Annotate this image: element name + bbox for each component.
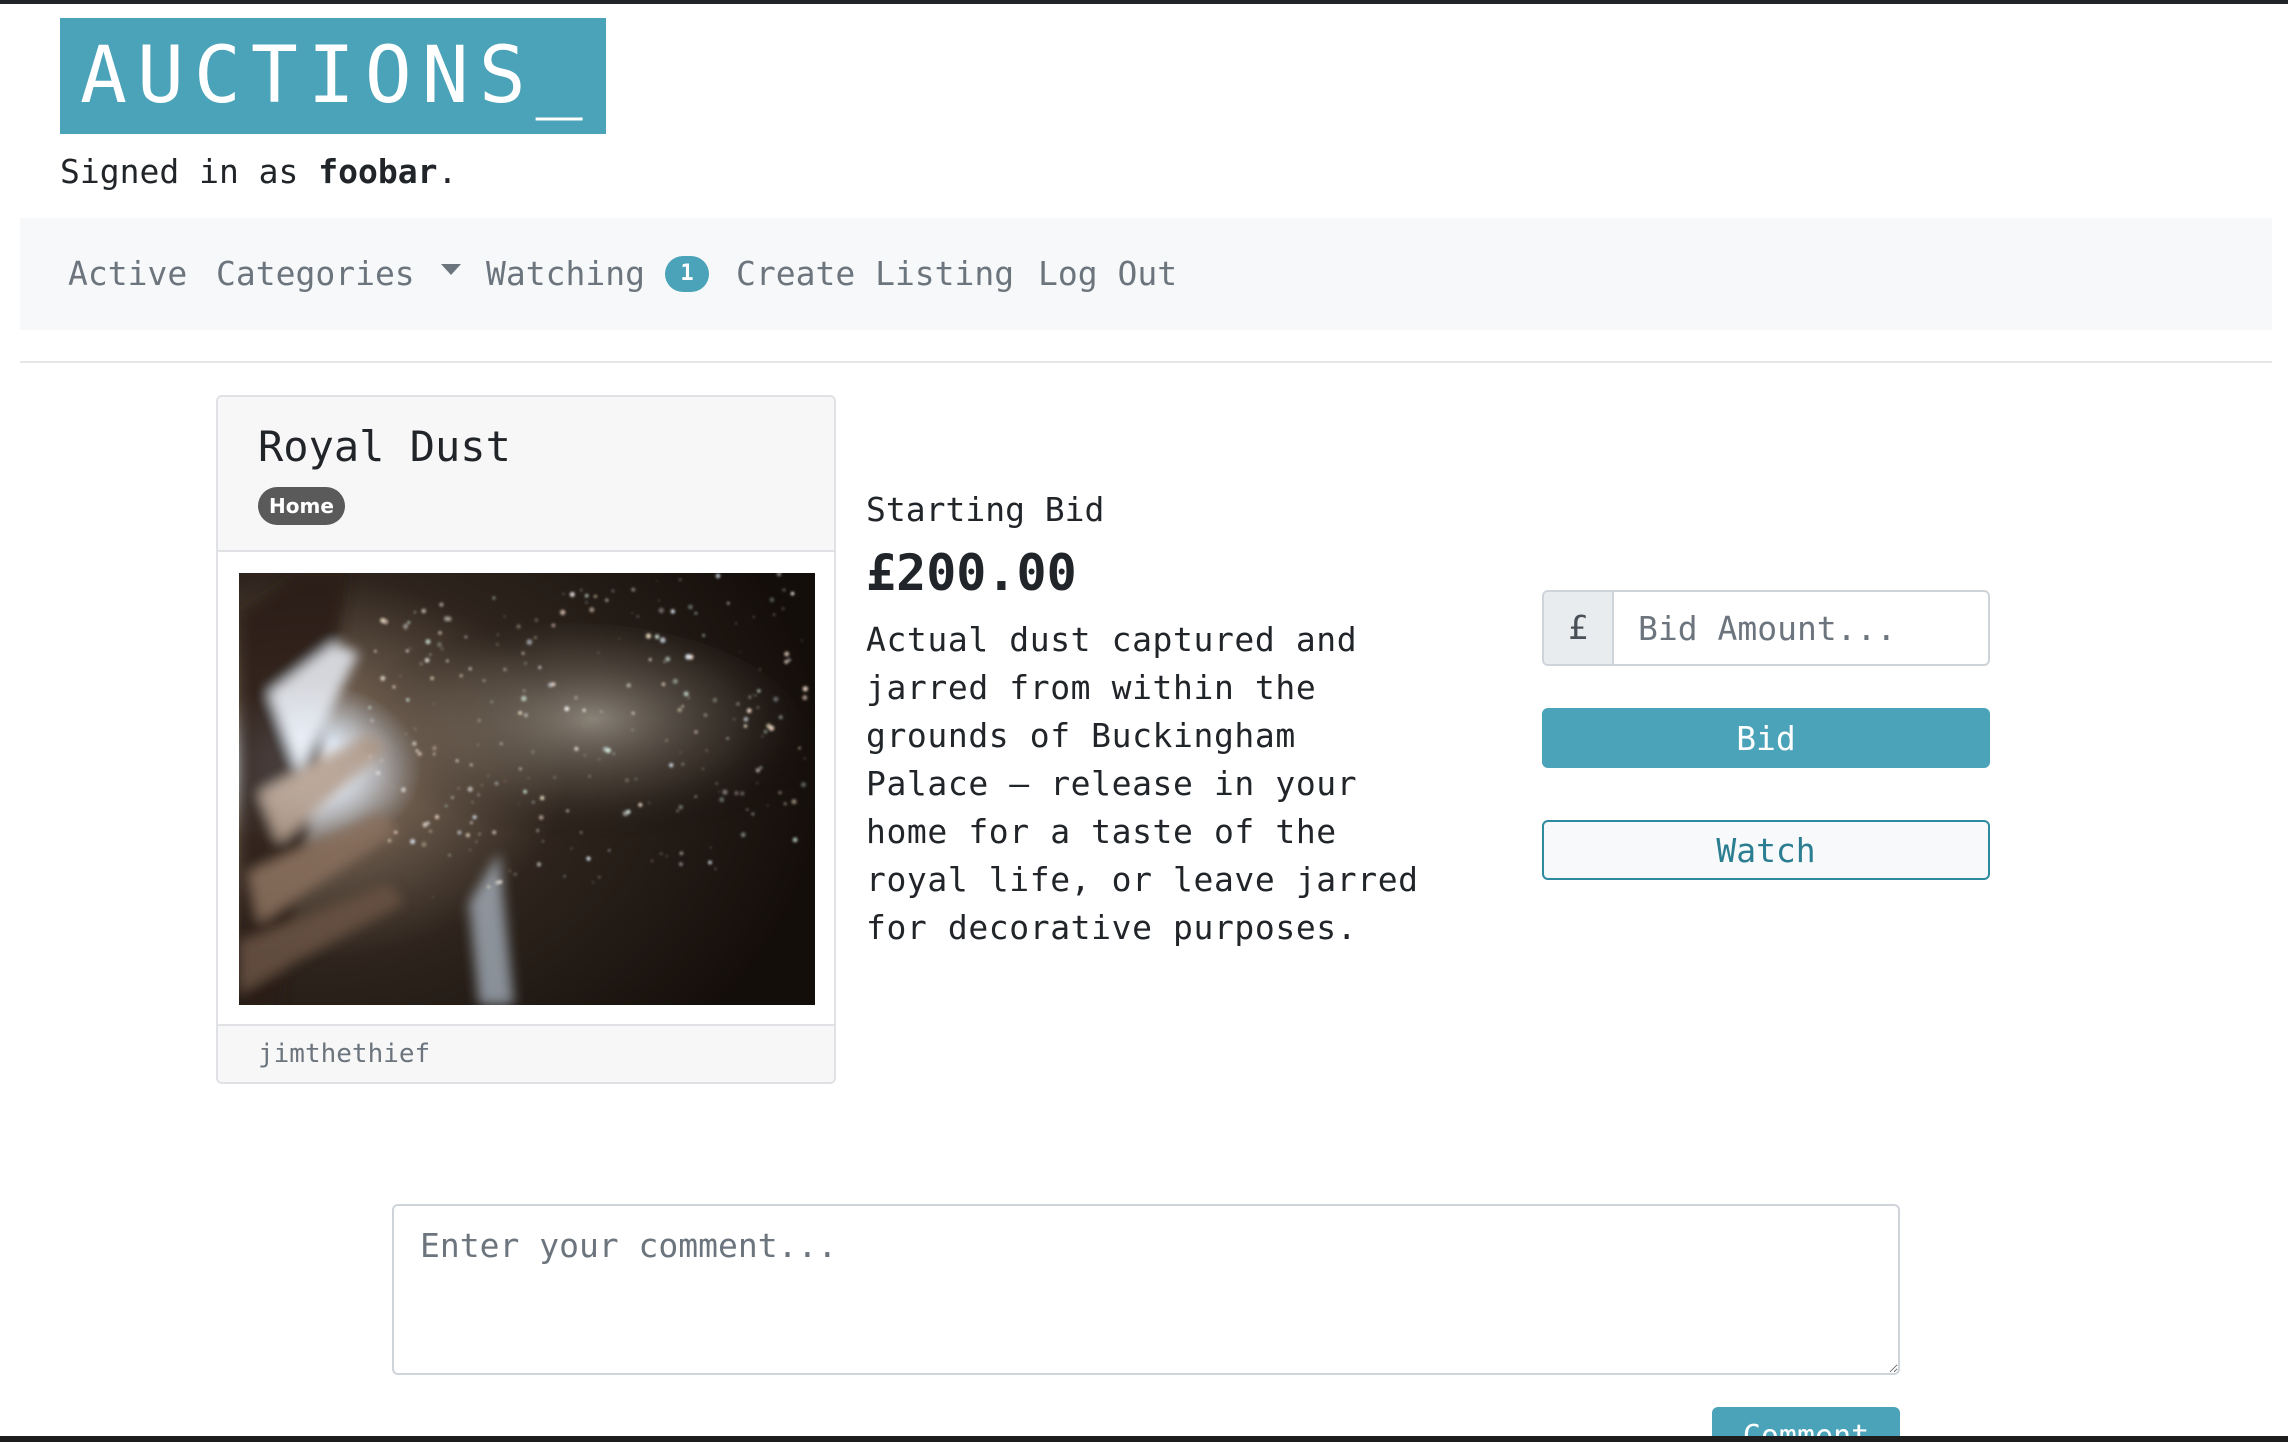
bid-button[interactable]: Bid	[1542, 708, 1990, 768]
nav-log-out-link[interactable]: Log Out	[1038, 218, 1177, 330]
listing-card-footer: jimthethief	[218, 1024, 834, 1082]
listing-card: Royal Dust Home jimthethief	[216, 395, 836, 1084]
section-divider	[20, 361, 2272, 363]
signed-in-username: foobar	[318, 152, 438, 191]
signed-in-prefix: Signed in as	[60, 152, 319, 191]
listing-description: Actual dust captured and jarred from wit…	[866, 620, 1419, 947]
bid-amount-input[interactable]	[1614, 592, 1988, 664]
window-top-border	[0, 0, 2288, 4]
nav-categories-label: Categories	[216, 254, 415, 293]
listing-title: Royal Dust	[258, 422, 511, 471]
signed-in-suffix: .	[437, 152, 458, 191]
comment-input[interactable]	[392, 1204, 1900, 1375]
starting-bid-label: Starting Bid	[866, 490, 1105, 529]
window-bottom-border	[0, 1436, 2288, 1442]
dust-photo-illustration	[239, 573, 815, 1005]
watch-button[interactable]: Watch	[1542, 820, 1990, 880]
listing-card-header: Royal Dust Home	[218, 397, 834, 552]
nav-categories-dropdown[interactable]: Categories	[216, 218, 461, 330]
signed-in-status: Signed in as foobar.	[60, 150, 457, 194]
nav-watching-link[interactable]: Watching 1	[486, 218, 709, 330]
seller-name: jimthethief	[258, 1039, 431, 1069]
brand-logo: AUCTIONS_	[60, 18, 606, 134]
nav-watching-label: Watching	[486, 254, 645, 293]
starting-bid-price: £200.00	[866, 544, 1077, 602]
listing-image	[239, 573, 815, 1005]
chevron-down-icon	[440, 264, 461, 275]
category-badge[interactable]: Home	[258, 487, 345, 525]
watching-count-badge: 1	[664, 255, 709, 292]
main-navbar: Active Categories Watching 1 Create Listi…	[20, 218, 2272, 330]
nav-active-link[interactable]: Active	[68, 218, 187, 330]
currency-symbol: £	[1544, 592, 1614, 664]
bid-amount-group: £	[1542, 590, 1990, 666]
nav-create-listing-link[interactable]: Create Listing	[736, 218, 1014, 330]
